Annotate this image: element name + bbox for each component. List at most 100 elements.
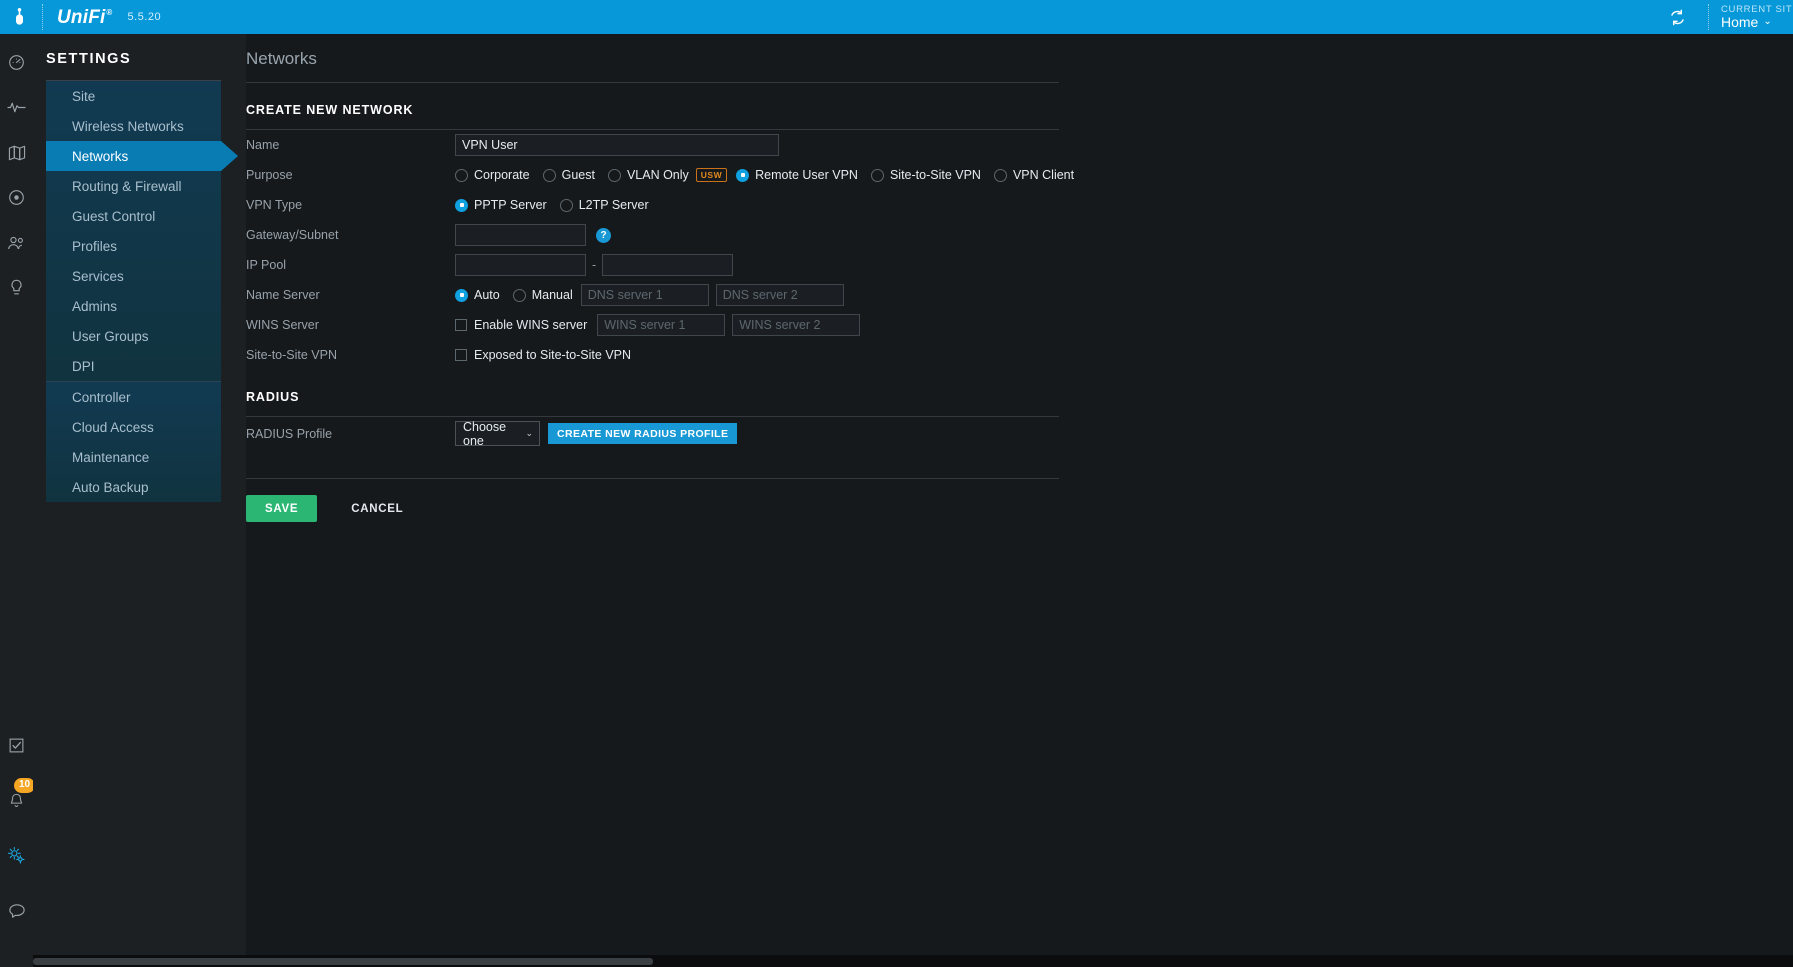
dns-server-2-input[interactable] <box>715 284 844 306</box>
label-wins-server: WINS Server <box>246 318 319 332</box>
insights-icon[interactable] <box>0 271 33 304</box>
name-server-label: Manual <box>531 288 573 302</box>
sidebar-item-label: Maintenance <box>72 449 150 465</box>
current-site-name-row: Home ⌄ <box>1721 13 1789 30</box>
current-site-name: Home <box>1721 13 1759 30</box>
purpose-radio-vpn-client[interactable]: VPN Client <box>993 168 1074 182</box>
row-name-server: Name Server Auto Manual <box>246 280 1059 310</box>
sidebar-item-admins[interactable]: Admins <box>46 291 221 321</box>
row-purpose: Purpose Corporate Guest VLAN Only USW Re… <box>246 160 1074 190</box>
dns-server-1-input[interactable] <box>580 284 709 306</box>
settings-gears-icon[interactable] <box>0 839 33 872</box>
label-purpose: Purpose <box>246 168 293 182</box>
horizontal-scrollbar-thumb[interactable] <box>33 958 653 965</box>
alerts-bell-icon[interactable]: 10 <box>0 778 36 817</box>
help-icon[interactable]: ? <box>596 227 611 243</box>
sidebar-item-profiles[interactable]: Profiles <box>46 231 221 261</box>
radio-dot-icon <box>455 288 468 302</box>
map-icon[interactable] <box>0 136 33 169</box>
field-gateway-subnet: ? <box>455 224 611 246</box>
ubiquiti-u-logo-icon[interactable] <box>0 0 38 34</box>
sidebar-item-auto-backup[interactable]: Auto Backup <box>46 472 221 502</box>
purpose-radio-vlan-only[interactable]: VLAN Only <box>607 168 689 182</box>
exposed-to-site-to-site-vpn-checkbox[interactable]: Exposed to Site-to-Site VPN <box>455 348 631 362</box>
ip-pool-start-input[interactable] <box>455 254 586 276</box>
vpn-type-radio-pptp-server[interactable]: PPTP Server <box>455 198 547 212</box>
radio-dot-icon <box>559 198 573 212</box>
sidebar-item-site[interactable]: Site <box>46 81 221 111</box>
sidebar-item-wireless-networks[interactable]: Wireless Networks <box>46 111 221 141</box>
purpose-label: VLAN Only <box>626 168 689 182</box>
create-new-radius-profile-button[interactable]: CREATE NEW RADIUS PROFILE <box>548 423 738 444</box>
enable-wins-server-checkbox[interactable]: Enable WINS server <box>455 318 587 332</box>
label-gateway-subnet: Gateway/Subnet <box>246 228 339 242</box>
sidebar-item-routing-firewall[interactable]: Routing & Firewall <box>46 171 221 201</box>
purpose-radio-guest[interactable]: Guest <box>542 168 595 182</box>
purpose-radio-corporate[interactable]: Corporate <box>455 168 530 182</box>
purpose-label: Corporate <box>474 168 530 182</box>
topbar-divider-2 <box>1708 4 1709 30</box>
brand-text: UniFi <box>57 6 106 28</box>
settings-title: SETTINGS <box>46 51 132 67</box>
vpn-type-label: PPTP Server <box>474 198 547 212</box>
devices-icon[interactable] <box>0 181 33 214</box>
field-wins-server: Enable WINS server <box>455 314 861 336</box>
page-title: Networks <box>246 49 317 68</box>
radio-dot-icon <box>455 168 468 182</box>
refresh-icon[interactable] <box>1658 0 1696 34</box>
rail-top-icons <box>0 34 33 304</box>
statistics-icon[interactable] <box>0 91 33 124</box>
current-site-selector[interactable]: CURRENT SITE Home ⌄ <box>1721 5 1793 30</box>
name-server-radio-manual[interactable]: Manual <box>512 288 573 302</box>
field-name <box>455 134 779 156</box>
chevron-down-icon: ⌄ <box>525 428 533 438</box>
events-icon[interactable] <box>0 729 33 762</box>
clients-icon[interactable] <box>0 226 33 259</box>
save-button[interactable]: SAVE <box>246 495 318 522</box>
sidebar-item-networks[interactable]: Networks <box>46 141 238 171</box>
cancel-button[interactable]: CANCEL <box>337 503 417 515</box>
dashboard-icon[interactable] <box>0 46 33 79</box>
sidebar-item-label: Admins <box>72 298 118 314</box>
gateway-subnet-input[interactable] <box>455 224 586 246</box>
name-server-label: Auto <box>474 288 500 302</box>
sidebar-item-user-groups[interactable]: User Groups <box>46 321 221 351</box>
radius-profile-select[interactable]: Choose one ⌄ <box>455 420 540 448</box>
vpn-type-radio-l2tp-server[interactable]: L2TP Server <box>559 198 649 212</box>
purpose-radio-site-to-site-vpn[interactable]: Site-to-Site VPN <box>870 168 981 182</box>
section-create-new-network: CREATE NEW NETWORK <box>246 103 414 117</box>
purpose-radio-remote-user-vpn[interactable]: Remote User VPN <box>736 168 858 182</box>
sidebar-item-label: DPI <box>72 358 95 374</box>
wins-server-2-input[interactable] <box>732 314 861 336</box>
checkbox-icon <box>455 319 467 331</box>
settings-nav: Site Wireless Networks Networks Routing … <box>46 80 238 502</box>
ip-pool-separator: - <box>592 258 597 272</box>
sidebar-item-maintenance[interactable]: Maintenance <box>46 442 221 472</box>
radio-dot-icon <box>607 168 621 182</box>
name-server-radio-auto[interactable]: Auto <box>455 288 500 302</box>
ip-pool-end-input[interactable] <box>602 254 734 276</box>
unifi-controller-window: UniFi ® 5.5.20 CURRENT SITE Home ⌄ 10 SE… <box>0 0 1793 967</box>
icon-rail: 10 <box>0 34 36 967</box>
sidebar-item-guest-control[interactable]: Guest Control <box>46 201 221 231</box>
horizontal-scrollbar[interactable] <box>33 955 1793 967</box>
version-label: 5.5.20 <box>127 11 162 23</box>
vpn-type-label: L2TP Server <box>578 198 649 212</box>
sidebar-item-label: Routing & Firewall <box>72 178 182 194</box>
top-bar: UniFi ® 5.5.20 CURRENT SITE Home ⌄ <box>0 0 1793 34</box>
wins-server-1-input[interactable] <box>597 314 726 336</box>
sidebar-item-label: User Groups <box>72 328 149 344</box>
sidebar-item-controller[interactable]: Controller <box>46 382 221 412</box>
sidebar-item-label: Guest Control <box>72 208 156 224</box>
sidebar-item-cloud-access[interactable]: Cloud Access <box>46 412 221 442</box>
purpose-label: Guest <box>561 168 595 182</box>
topbar-divider <box>42 4 43 30</box>
sidebar-item-services[interactable]: Services <box>46 261 221 291</box>
section-radius: RADIUS <box>246 390 300 404</box>
sidebar-item-dpi[interactable]: DPI <box>46 351 221 381</box>
enable-wins-server-label: Enable WINS server <box>474 318 588 332</box>
main-content: Networks CREATE NEW NETWORK Name Purpose… <box>246 34 1793 967</box>
label-vpn-type: VPN Type <box>246 198 303 212</box>
chat-icon[interactable] <box>0 894 33 927</box>
network-name-input[interactable] <box>455 134 779 156</box>
